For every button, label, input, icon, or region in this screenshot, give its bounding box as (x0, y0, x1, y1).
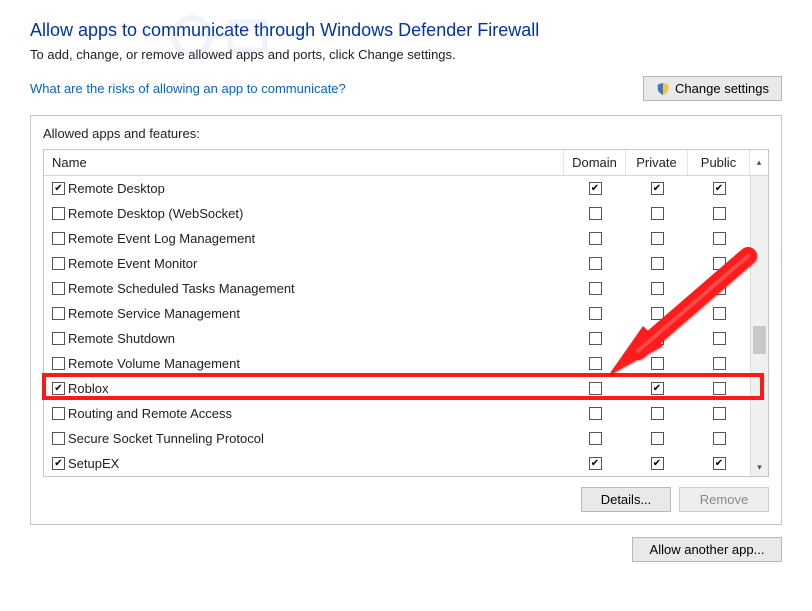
app-enabled-checkbox[interactable] (52, 232, 65, 245)
domain-checkbox[interactable] (589, 232, 602, 245)
public-checkbox[interactable] (713, 457, 726, 470)
shield-icon (656, 82, 670, 96)
app-name-label: Remote Desktop (68, 181, 165, 196)
panel-label: Allowed apps and features: (43, 126, 769, 141)
app-enabled-checkbox[interactable] (52, 357, 65, 370)
domain-checkbox[interactable] (589, 382, 602, 395)
private-checkbox[interactable] (651, 307, 664, 320)
table-row[interactable]: SetupEX (44, 451, 768, 476)
scroll-down-button[interactable]: ▾ (751, 458, 768, 476)
domain-checkbox[interactable] (589, 332, 602, 345)
scroll-thumb[interactable] (753, 326, 766, 354)
private-checkbox[interactable] (651, 282, 664, 295)
app-name-label: Remote Shutdown (68, 331, 175, 346)
page-subtitle: To add, change, or remove allowed apps a… (30, 47, 782, 62)
public-checkbox[interactable] (713, 232, 726, 245)
change-settings-label: Change settings (675, 81, 769, 96)
table-body: Remote Desktop Remote Desktop (WebSocket)… (44, 176, 768, 476)
domain-checkbox[interactable] (589, 357, 602, 370)
app-enabled-checkbox[interactable] (52, 332, 65, 345)
public-checkbox[interactable] (713, 382, 726, 395)
domain-checkbox[interactable] (589, 457, 602, 470)
details-button[interactable]: Details... (581, 487, 671, 512)
table-row[interactable]: Remote Volume Management (44, 351, 768, 376)
private-checkbox[interactable] (651, 232, 664, 245)
col-public[interactable]: Public (688, 150, 750, 175)
risks-link[interactable]: What are the risks of allowing an app to… (30, 81, 346, 96)
app-name-label: Remote Scheduled Tasks Management (68, 281, 295, 296)
app-name-label: Roblox (68, 381, 108, 396)
app-name-label: Remote Desktop (WebSocket) (68, 206, 243, 221)
app-enabled-checkbox[interactable] (52, 207, 65, 220)
private-checkbox[interactable] (651, 207, 664, 220)
app-enabled-checkbox[interactable] (52, 407, 65, 420)
app-enabled-checkbox[interactable] (52, 307, 65, 320)
app-name-label: Routing and Remote Access (68, 406, 232, 421)
app-name-label: Remote Event Log Management (68, 231, 255, 246)
app-name-label: Secure Socket Tunneling Protocol (68, 431, 264, 446)
app-name-label: Remote Event Monitor (68, 256, 197, 271)
apps-table: Name Domain Private Public ▴ Remote Desk… (43, 149, 769, 477)
domain-checkbox[interactable] (589, 282, 602, 295)
col-name[interactable]: Name (44, 150, 564, 175)
private-checkbox[interactable] (651, 257, 664, 270)
col-domain[interactable]: Domain (564, 150, 626, 175)
private-checkbox[interactable] (651, 457, 664, 470)
change-settings-button[interactable]: Change settings (643, 76, 782, 101)
table-row[interactable]: Remote Desktop (44, 176, 768, 201)
domain-checkbox[interactable] (589, 257, 602, 270)
public-checkbox[interactable] (713, 182, 726, 195)
private-checkbox[interactable] (651, 407, 664, 420)
public-checkbox[interactable] (713, 332, 726, 345)
public-checkbox[interactable] (713, 307, 726, 320)
table-row[interactable]: Remote Shutdown (44, 326, 768, 351)
allowed-apps-panel: Allowed apps and features: Name Domain P… (30, 115, 782, 525)
scrollbar[interactable]: ▾ (750, 176, 768, 476)
private-checkbox[interactable] (651, 332, 664, 345)
domain-checkbox[interactable] (589, 432, 602, 445)
table-row[interactable]: Remote Desktop (WebSocket) (44, 201, 768, 226)
table-row[interactable]: Remote Event Log Management (44, 226, 768, 251)
app-enabled-checkbox[interactable] (52, 182, 65, 195)
app-enabled-checkbox[interactable] (52, 457, 65, 470)
col-private[interactable]: Private (626, 150, 688, 175)
domain-checkbox[interactable] (589, 207, 602, 220)
app-name-label: SetupEX (68, 456, 119, 471)
private-checkbox[interactable] (651, 357, 664, 370)
scroll-up-button[interactable]: ▴ (750, 157, 768, 168)
page-title: Allow apps to communicate through Window… (30, 20, 782, 41)
table-row[interactable]: Remote Service Management (44, 301, 768, 326)
app-enabled-checkbox[interactable] (52, 257, 65, 270)
public-checkbox[interactable] (713, 407, 726, 420)
app-name-label: Remote Volume Management (68, 356, 240, 371)
private-checkbox[interactable] (651, 382, 664, 395)
private-checkbox[interactable] (651, 432, 664, 445)
table-header: Name Domain Private Public ▴ (44, 150, 768, 176)
domain-checkbox[interactable] (589, 407, 602, 420)
table-row[interactable]: Remote Event Monitor (44, 251, 768, 276)
public-checkbox[interactable] (713, 257, 726, 270)
allow-another-app-button[interactable]: Allow another app... (632, 537, 782, 562)
public-checkbox[interactable] (713, 282, 726, 295)
table-row[interactable]: Routing and Remote Access (44, 401, 768, 426)
table-row[interactable]: Roblox (44, 376, 768, 401)
table-row[interactable]: Remote Scheduled Tasks Management (44, 276, 768, 301)
public-checkbox[interactable] (713, 207, 726, 220)
domain-checkbox[interactable] (589, 307, 602, 320)
app-enabled-checkbox[interactable] (52, 432, 65, 445)
public-checkbox[interactable] (713, 432, 726, 445)
public-checkbox[interactable] (713, 357, 726, 370)
remove-button[interactable]: Remove (679, 487, 769, 512)
private-checkbox[interactable] (651, 182, 664, 195)
app-enabled-checkbox[interactable] (52, 382, 65, 395)
app-enabled-checkbox[interactable] (52, 282, 65, 295)
table-row[interactable]: Secure Socket Tunneling Protocol (44, 426, 768, 451)
domain-checkbox[interactable] (589, 182, 602, 195)
app-name-label: Remote Service Management (68, 306, 240, 321)
